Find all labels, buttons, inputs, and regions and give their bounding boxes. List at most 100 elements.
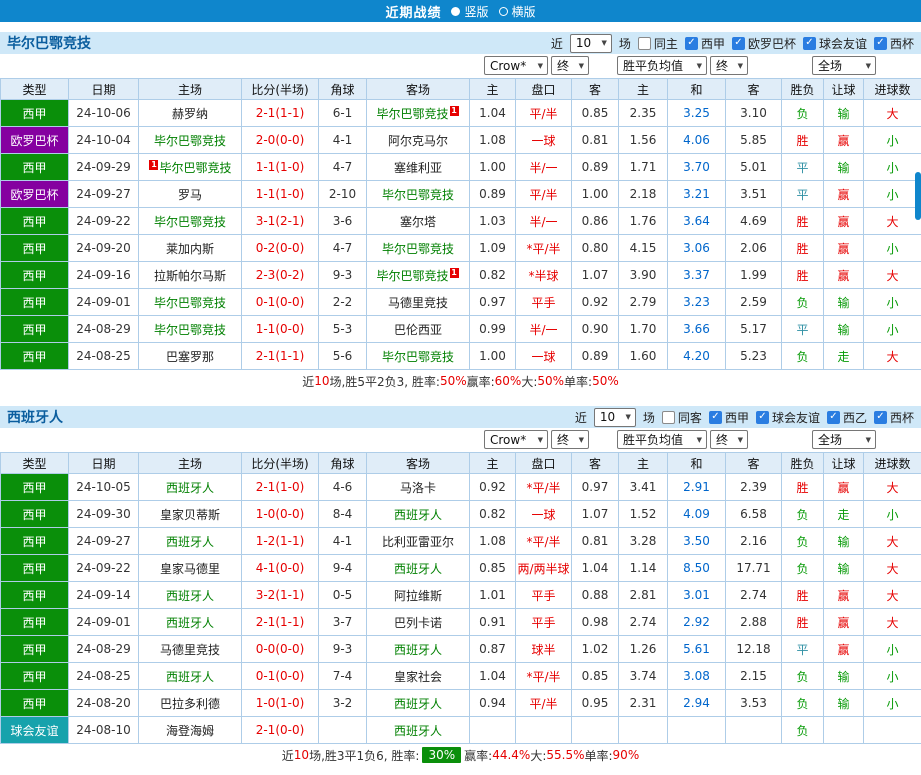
score-link[interactable]: 0-1(0-0) (256, 295, 305, 309)
checkbox-label: 西甲 (700, 36, 725, 51)
team-link[interactable]: 巴列卡诺 (394, 616, 442, 630)
team-link[interactable]: 西班牙人 (166, 589, 214, 603)
score-link[interactable]: 2-1(1-1) (256, 349, 305, 363)
checkbox-球会友谊[interactable]: ✓ 球会友谊 (755, 409, 820, 426)
checkbox-box[interactable]: ✓ (708, 410, 722, 424)
avg-time-select[interactable]: 终 ▼ (710, 430, 748, 449)
checkbox-box[interactable]: ✓ (873, 36, 887, 50)
team-link[interactable]: 西班牙人 (394, 697, 442, 711)
checkbox-box[interactable] (637, 36, 651, 50)
score-link[interactable]: 1-0(0-0) (256, 507, 305, 521)
result-cell: 胜 (781, 473, 824, 501)
odds-company-select[interactable]: Crow* ▼ (484, 56, 548, 75)
team-link[interactable]: 西班牙人 (394, 643, 442, 657)
scope-select[interactable]: 全场 ▼ (812, 56, 876, 75)
radio-vertical[interactable]: 竖版 (451, 3, 489, 20)
score-link[interactable]: 1-1(1-0) (256, 187, 305, 201)
checkbox-box[interactable]: ✓ (826, 410, 840, 424)
checkbox-西甲[interactable]: ✓ 西甲 (708, 409, 749, 426)
team-link[interactable]: 阿尔克马尔 (388, 134, 448, 148)
checkbox-box[interactable]: ✓ (873, 410, 887, 424)
score-link[interactable]: 3-2(1-1) (256, 588, 305, 602)
corners-cell: 3-6 (318, 207, 367, 235)
team-link[interactable]: 马洛卡 (400, 481, 436, 495)
team-link[interactable]: 毕尔巴鄂竞技 (154, 215, 226, 229)
team-link[interactable]: 皇家贝蒂斯 (160, 508, 220, 522)
checkbox-球会友谊[interactable]: ✓ 球会友谊 (802, 35, 867, 52)
team-link[interactable]: 巴塞罗那 (166, 350, 214, 364)
checkbox-欧罗巴杯[interactable]: ✓ 欧罗巴杯 (731, 35, 796, 52)
team-link[interactable]: 毕尔巴鄂竞技 (154, 134, 226, 148)
score-link[interactable]: 2-1(1-1) (256, 106, 305, 120)
team-link[interactable]: 毕尔巴鄂竞技 (159, 161, 231, 175)
team-link[interactable]: 莱加内斯 (166, 242, 214, 256)
score-link[interactable]: 3-1(2-1) (256, 214, 305, 228)
team-link[interactable]: 西班牙人 (394, 508, 442, 522)
team-link[interactable]: 毕尔巴鄂竞技 (376, 107, 448, 121)
checkbox-box[interactable]: ✓ (731, 36, 745, 50)
checkbox-box[interactable]: ✓ (684, 36, 698, 50)
checkbox-西甲[interactable]: ✓ 西甲 (684, 35, 725, 52)
score-link[interactable]: 4-1(0-0) (256, 561, 305, 575)
team-link[interactable]: 皇家马德里 (160, 562, 220, 576)
radio-horizontal[interactable]: 横版 (498, 3, 536, 20)
score-link[interactable]: 0-2(0-0) (256, 241, 305, 255)
odds-time-select[interactable]: 终 ▼ (551, 430, 589, 449)
team-link[interactable]: 巴拉多利德 (160, 697, 220, 711)
handicap-cell: 平手 (515, 581, 572, 609)
checkbox-同主[interactable]: 同主 (637, 35, 678, 52)
games-count-select[interactable]: 10 ▼ (593, 407, 636, 427)
team-link[interactable]: 毕尔巴鄂竞技 (154, 323, 226, 337)
score-link[interactable]: 2-0(0-0) (256, 133, 305, 147)
score-link[interactable]: 2-1(0-0) (256, 723, 305, 737)
team-link[interactable]: 毕尔巴鄂竞技 (376, 269, 448, 283)
score-link[interactable]: 1-0(1-0) (256, 696, 305, 710)
team-link[interactable]: 毕尔巴鄂竞技 (154, 296, 226, 310)
checkbox-西杯[interactable]: ✓ 西杯 (873, 35, 914, 52)
team-link[interactable]: 西班牙人 (166, 616, 214, 630)
team-link[interactable]: 阿拉维斯 (394, 589, 442, 603)
checkbox-西乙[interactable]: ✓ 西乙 (826, 409, 867, 426)
avg-type-select[interactable]: 胜平负均值 ▼ (617, 430, 707, 449)
team-link[interactable]: 赫罗纳 (172, 107, 208, 121)
team-link[interactable]: 毕尔巴鄂竞技 (382, 188, 454, 202)
goals-cell: 大 (863, 608, 921, 636)
team-link[interactable]: 皇家社会 (394, 670, 442, 684)
scope-select[interactable]: 全场 ▼ (812, 430, 876, 449)
team-link[interactable]: 塞维利亚 (394, 161, 442, 175)
odds-company-select[interactable]: Crow* ▼ (484, 430, 548, 449)
team-link[interactable]: 西班牙人 (394, 724, 442, 738)
score-link[interactable]: 2-1(1-1) (256, 615, 305, 629)
score-link[interactable]: 0-0(0-0) (256, 642, 305, 656)
score-link[interactable]: 1-2(1-1) (256, 534, 305, 548)
team-link[interactable]: 罗马 (178, 188, 202, 202)
checkbox-box[interactable]: ✓ (802, 36, 816, 50)
score-link[interactable]: 0-1(0-0) (256, 669, 305, 683)
team-link[interactable]: 西班牙人 (166, 535, 214, 549)
checkbox-box[interactable] (661, 410, 675, 424)
team-link[interactable]: 马德里竞技 (388, 296, 448, 310)
team-link[interactable]: 马德里竞技 (160, 643, 220, 657)
team-link[interactable]: 比利亚雷亚尔 (382, 535, 454, 549)
team-link[interactable]: 塞尔塔 (400, 215, 436, 229)
avg-type-select[interactable]: 胜平负均值 ▼ (617, 56, 707, 75)
score-link[interactable]: 2-3(0-2) (256, 268, 305, 282)
team-link[interactable]: 毕尔巴鄂竞技 (382, 242, 454, 256)
checkbox-同客[interactable]: 同客 (661, 409, 702, 426)
games-count-select[interactable]: 10 ▼ (569, 33, 612, 53)
team-link[interactable]: 西班牙人 (166, 670, 214, 684)
team-link[interactable]: 西班牙人 (166, 481, 214, 495)
team-link[interactable]: 西班牙人 (394, 562, 442, 576)
team-link[interactable]: 拉斯帕尔马斯 (154, 269, 226, 283)
team-link[interactable]: 毕尔巴鄂竞技 (382, 350, 454, 364)
team-link[interactable]: 巴伦西亚 (394, 323, 442, 337)
odds-time-select[interactable]: 终 ▼ (551, 56, 589, 75)
checkbox-box[interactable]: ✓ (755, 410, 769, 424)
score-link[interactable]: 1-1(0-0) (256, 322, 305, 336)
score-link[interactable]: 2-1(1-0) (256, 480, 305, 494)
score-link[interactable]: 1-1(1-0) (256, 160, 305, 174)
avg-time-select[interactable]: 终 ▼ (710, 56, 748, 75)
team-link[interactable]: 海登海姆 (166, 724, 214, 738)
scrollbar-thumb[interactable] (915, 172, 921, 220)
checkbox-西杯[interactable]: ✓ 西杯 (873, 409, 914, 426)
